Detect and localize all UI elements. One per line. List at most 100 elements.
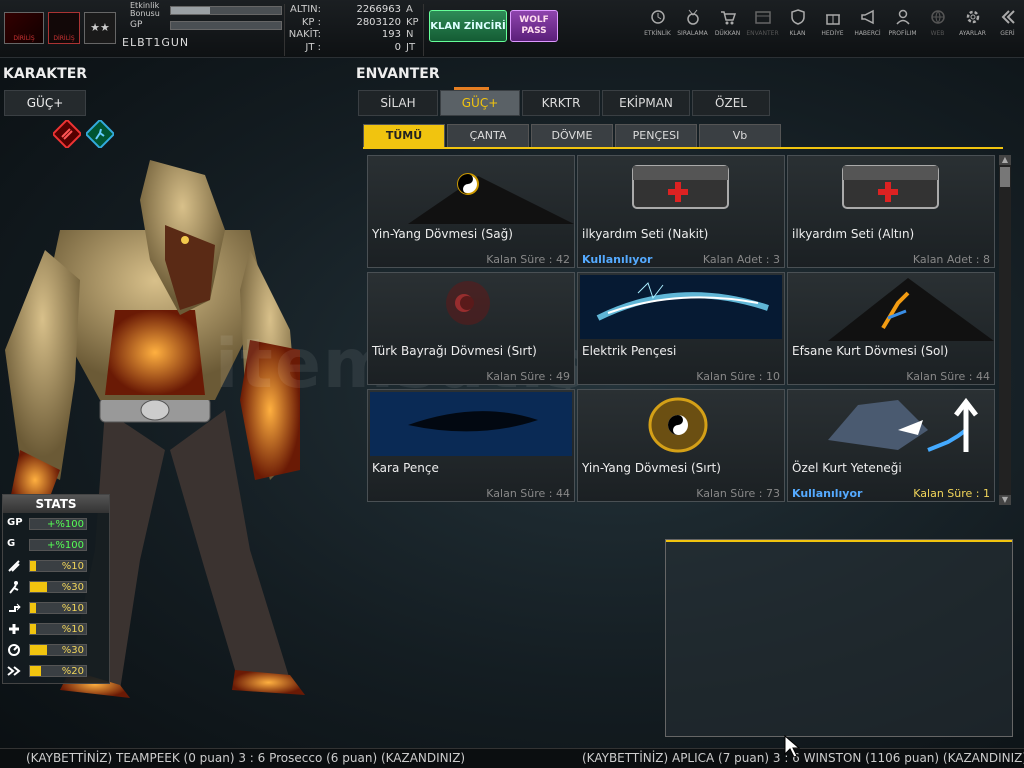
currency-value: 193 — [381, 29, 401, 40]
cart-icon — [720, 11, 736, 25]
currency-value: 0 — [394, 41, 401, 53]
tab-4[interactable]: ÖZEL — [692, 90, 770, 116]
stat-rows: GP +%100 G +%100 %10 %30 %10 %10 %30 %20 — [3, 513, 109, 681]
inventory-item[interactable]: Yin-Yang Dövmesi (Sağ) Kalan Süre : 42 — [367, 155, 575, 268]
inventory-scrollbar[interactable]: ▲ ▼ — [999, 155, 1011, 505]
gp-bar — [170, 20, 282, 30]
username: ELBT1GUN — [122, 36, 190, 49]
run-skill-icon[interactable] — [86, 120, 114, 148]
item-remaining: Kalan Süre : 10 — [696, 370, 780, 383]
claw-skill-icon[interactable] — [53, 120, 81, 148]
nav-shield[interactable]: KLAN — [780, 8, 815, 37]
stat-row: %10 — [3, 597, 109, 618]
nav-gear[interactable]: AYARLAR — [955, 8, 990, 37]
stat-value: %20 — [61, 665, 84, 677]
subtab-4[interactable]: Vb — [699, 124, 781, 148]
jump-icon — [9, 603, 21, 612]
tab-2[interactable]: KRKTR — [522, 90, 600, 116]
stat-value: %10 — [61, 560, 84, 572]
wolf-pass-button[interactable]: WOLF PASS — [510, 10, 558, 42]
currency-unit: JT — [406, 41, 416, 53]
nav-medal[interactable]: SIRALAMA — [675, 8, 710, 37]
subtab-0[interactable]: TÜMÜ — [363, 124, 445, 148]
inventory-subtabs: TÜMÜ ÇANTA DÖVME PENÇESI Vb — [363, 124, 783, 148]
item-image-medkit — [632, 165, 729, 209]
item-name: Elektrik Pençesi — [582, 344, 677, 358]
scroll-down-icon[interactable]: ▼ — [999, 495, 1011, 505]
level-bars: Etkinlik Bonusu GP — [130, 2, 282, 31]
nav-globe[interactable]: WEB — [920, 8, 955, 37]
stats-title: STATS — [3, 495, 109, 513]
megaphone-icon — [860, 9, 874, 25]
scroll-up-icon[interactable]: ▲ — [999, 155, 1011, 165]
currency-row: KP : 2803120 KP — [285, 17, 423, 30]
nav-label: ETKİNLİK — [644, 30, 671, 37]
stat-value: %10 — [61, 602, 84, 614]
tab-1[interactable]: GÜÇ+ — [440, 90, 520, 116]
globe-icon — [930, 10, 945, 24]
item-remaining: Kalan Süre : 42 — [486, 253, 570, 266]
inventory-tabs: SİLAH GÜÇ+ KRKTR EKİPMAN ÖZEL — [358, 90, 772, 116]
inventory-grid: Yin-Yang Dövmesi (Sağ) Kalan Süre : 42 i… — [367, 155, 997, 505]
nav-clock[interactable]: ETKİNLİK — [640, 8, 675, 37]
karakter-tab-guc[interactable]: GÜÇ+ — [4, 90, 86, 116]
tab-0[interactable]: SİLAH — [358, 90, 438, 116]
klan-zinciri-label: KLAN ZİNCİRİ — [430, 20, 506, 32]
item-image-black-claw — [370, 392, 572, 456]
inventory-item[interactable]: Kara Pençe Kalan Süre : 44 — [367, 389, 575, 502]
item-name: Efsane Kurt Dövmesi (Sol) — [792, 344, 949, 358]
stat-value: %10 — [61, 623, 84, 635]
inventory-item[interactable]: Yin-Yang Dövmesi (Sırt) Kalan Süre : 73 — [577, 389, 785, 502]
item-image-wolf-tattoo — [828, 278, 994, 341]
item-remaining: Kalan Süre : 73 — [696, 487, 780, 500]
currency-key: NAKİT: — [288, 29, 321, 40]
nav-profile[interactable]: PROFİLIM — [885, 8, 920, 37]
inventory-item[interactable]: ilkyardım Seti (Nakit) Kullanılıyor Kala… — [577, 155, 785, 268]
item-name: Kara Pençe — [372, 461, 439, 475]
subtab-2[interactable]: DÖVME — [531, 124, 613, 148]
nav-back[interactable]: GERİ — [990, 8, 1024, 37]
currency-row: JT : 0 JT — [285, 42, 423, 55]
klan-zinciri-button[interactable]: KLAN ZİNCİRİ — [429, 10, 507, 42]
inventory-item[interactable]: Elektrik Pençesi Kalan Süre : 10 — [577, 272, 785, 385]
inventory-item[interactable]: Türk Bayrağı Dövmesi (Sırt) Kalan Süre :… — [367, 272, 575, 385]
inventory-item[interactable]: Efsane Kurt Dövmesi (Sol) Kalan Süre : 4… — [787, 272, 995, 385]
attack-icon — [8, 559, 20, 572]
ticker-message-1: (KAYBETTİNİZ) TEAMPEEK (0 puan) 3 : 6 Pr… — [26, 751, 466, 765]
nav-label: GERİ — [1000, 30, 1015, 37]
rank-stars-icon: ★★ — [84, 12, 116, 44]
item-status: Kullanılıyor — [792, 487, 863, 500]
tab-3[interactable]: EKİPMAN — [602, 90, 690, 116]
subtab-1[interactable]: ÇANTA — [447, 124, 529, 148]
karakter-title: KARAKTER — [3, 66, 88, 82]
item-image-electric-claw — [580, 275, 782, 339]
nav-cart[interactable]: DÜKKAN — [710, 8, 745, 37]
stat-bar: +%100 — [29, 517, 87, 530]
item-status: Kullanılıyor — [582, 253, 653, 266]
stat-row: %10 — [3, 618, 109, 639]
inventory-item[interactable]: ilkyardım Seti (Altın) Kalan Adet : 8 — [787, 155, 995, 268]
nav-label: KLAN — [789, 30, 806, 37]
item-name: Yin-Yang Dövmesi (Sağ) — [372, 227, 513, 241]
gear-icon — [966, 10, 979, 24]
stat-row: GP +%100 — [3, 513, 109, 534]
item-image-wolf-skill — [828, 397, 978, 452]
medal-icon — [686, 9, 699, 25]
nav-megaphone[interactable]: HABERCİ — [850, 8, 885, 37]
wolf-pass-label-2: PASS — [521, 26, 547, 36]
nav-inventory[interactable]: ENVANTER — [745, 8, 780, 37]
nav-label: AYARLAR — [959, 30, 986, 37]
wolf-pass-label-1: WOLF — [519, 15, 549, 25]
clan-emblem[interactable]: DİRİLİŞ — [48, 12, 80, 44]
nav-label: SIRALAMA — [677, 30, 708, 37]
scroll-thumb[interactable] — [1000, 167, 1010, 187]
match-ticker: (KAYBETTİNİZ) TEAMPEEK (0 puan) 3 : 6 Pr… — [0, 748, 1024, 768]
inventory-item[interactable]: Özel Kurt Yeteneği Kullanılıyor Kalan Sü… — [787, 389, 995, 502]
subtab-3[interactable]: PENÇESI — [615, 124, 697, 148]
stat-value: %30 — [61, 644, 84, 656]
item-image-dragon-tattoo — [648, 397, 708, 453]
item-name: Türk Bayrağı Dövmesi (Sırt) — [372, 344, 537, 358]
currency-key: JT : — [305, 41, 321, 53]
nav-gift[interactable]: HEDİYE — [815, 8, 850, 37]
stat-label: G — [7, 537, 16, 549]
